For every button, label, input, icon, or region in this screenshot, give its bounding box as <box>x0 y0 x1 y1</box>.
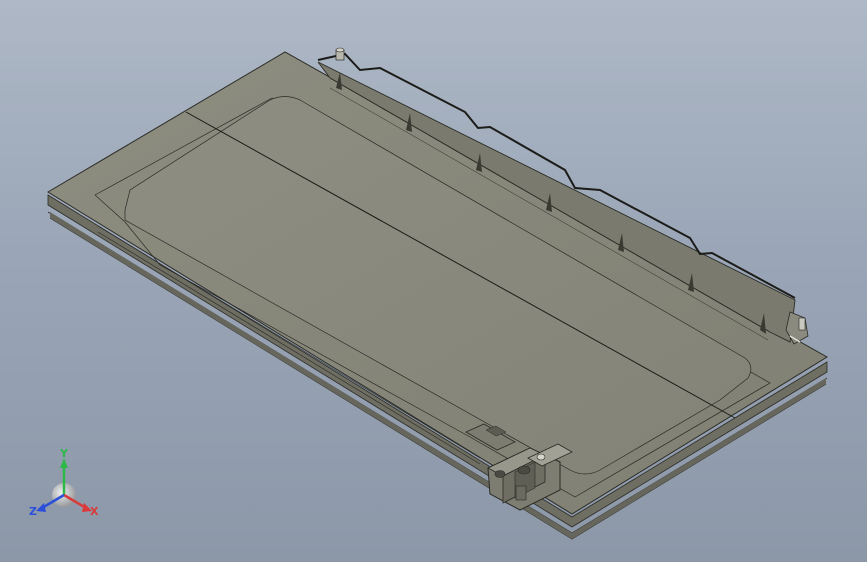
reference-triad[interactable]: Y X Z <box>29 447 99 518</box>
triad-y-label: Y <box>59 447 69 460</box>
triad-x-label: X <box>90 505 99 518</box>
screw-back-left[interactable] <box>335 47 345 61</box>
cad-model-view[interactable]: Y X Z <box>0 0 867 562</box>
graphics-viewport[interactable]: Y X Z <box>0 0 867 562</box>
triad-z-label: Z <box>29 505 37 518</box>
